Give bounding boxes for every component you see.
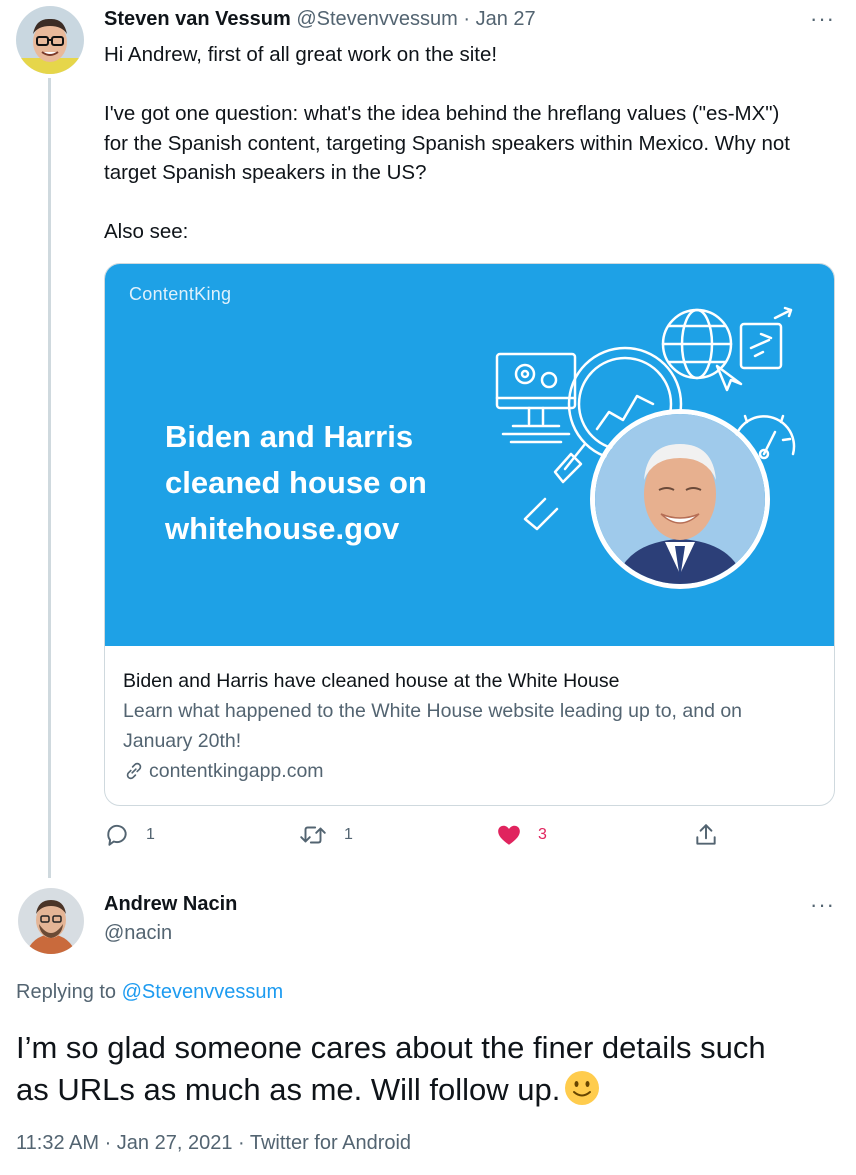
share-action[interactable] <box>693 822 719 848</box>
link-icon <box>126 762 142 780</box>
reply-count: 1 <box>146 826 155 843</box>
card-domain: contentkingapp.com <box>123 756 818 786</box>
replying-to-label: Replying to <box>16 981 117 1003</box>
reply-text-line: as URLs as much as me. Will follow up. <box>16 1072 561 1107</box>
replying-to: Replying to @Stevenvvessum <box>16 981 283 1004</box>
like-action[interactable]: 3 <box>496 822 547 848</box>
avatar-steven[interactable] <box>16 6 84 74</box>
author-name[interactable]: Steven van Vessum <box>104 8 291 30</box>
card-brand-logo: ContentKing <box>129 284 232 304</box>
reply-action[interactable]: 1 <box>104 822 155 848</box>
card-headline: Biden and Harris cleaned house on whiteh… <box>165 414 485 552</box>
card-title: Biden and Harris have cleaned house at t… <box>123 670 620 692</box>
card-meta: Biden and Harris have cleaned house at t… <box>105 646 834 786</box>
link-preview-card[interactable]: ContentKing Biden and Harris cleaned hou… <box>104 263 835 806</box>
reply-text: I’m so glad someone cares about the fine… <box>16 1027 851 1111</box>
more-options-icon[interactable]: ··· <box>810 892 835 918</box>
tweet-date[interactable]: Jan 27 <box>476 8 536 30</box>
retweet-icon[interactable] <box>298 822 328 848</box>
author-handle[interactable]: @Stevenvvessum <box>296 8 457 30</box>
author-handle[interactable]: @nacin <box>104 922 172 945</box>
tweet-timestamp[interactable]: 11:32 AM · Jan 27, 2021 · Twitter for An… <box>16 1132 411 1155</box>
more-options-icon[interactable]: ··· <box>810 6 835 32</box>
tweet-text: Hi Andrew, first of all great work on th… <box>104 40 844 247</box>
card-domain-text: contentkingapp.com <box>149 760 324 782</box>
card-description-line: January 20th! <box>123 730 242 752</box>
card-headline-line: whitehouse.gov <box>165 511 400 546</box>
card-image: ContentKing Biden and Harris cleaned hou… <box>105 264 834 646</box>
tweet-header: Steven van Vessum @Stevenvvessum · Jan 2… <box>104 8 536 31</box>
biden-photo <box>590 409 770 589</box>
author-name[interactable]: Andrew Nacin <box>104 893 237 916</box>
avatar-andrew[interactable] <box>18 888 84 954</box>
retweet-count: 1 <box>344 826 353 843</box>
reply-text-line: I’m so glad someone cares about the fine… <box>16 1030 766 1065</box>
tweet-text-line: for the Spanish content, targeting Spani… <box>104 131 790 155</box>
thread-connector-line <box>48 78 51 878</box>
tweet-text-line: I've got one question: what's the idea b… <box>104 102 780 125</box>
tweet-text-line: target Spanish speakers in the US? <box>104 161 427 184</box>
tweet-text-line: Also see: <box>104 220 189 243</box>
reply-text-line-2: as URLs as much as me. Will follow up. <box>16 1069 851 1111</box>
header-separator: · <box>463 8 471 30</box>
card-headline-line: cleaned house on <box>165 465 427 500</box>
tweet-text-line: Hi Andrew, first of all great work on th… <box>104 43 498 66</box>
slightly-smiling-face-icon <box>565 1071 600 1105</box>
heart-filled-icon[interactable] <box>496 822 522 848</box>
retweet-action[interactable]: 1 <box>298 822 353 848</box>
card-headline-line: Biden and Harris <box>165 419 414 454</box>
like-count: 3 <box>538 826 547 843</box>
card-description-line: Learn what happened to the White House w… <box>123 700 743 722</box>
share-icon[interactable] <box>693 822 719 848</box>
reply-icon[interactable] <box>104 822 130 848</box>
replying-to-handle[interactable]: @Stevenvvessum <box>122 981 283 1003</box>
